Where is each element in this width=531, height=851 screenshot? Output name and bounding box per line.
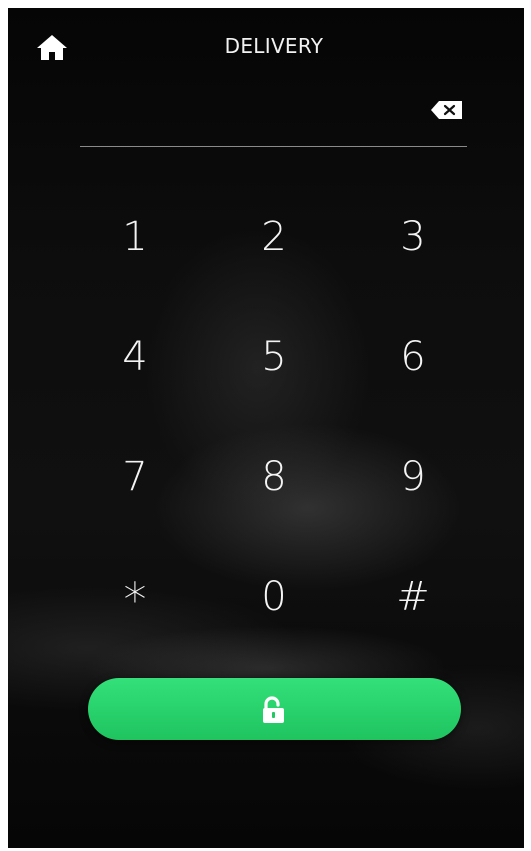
key-hash[interactable]: #	[358, 557, 468, 637]
door-entry-keypad-screen: DELIVERY 1 2 3 4 5 6 7 8 9 * 0 #	[8, 8, 524, 848]
entered-code-display	[80, 108, 420, 138]
key-3[interactable]: 3	[358, 197, 468, 277]
key-7[interactable]: 7	[80, 437, 190, 517]
key-star[interactable]: *	[80, 560, 190, 640]
key-2[interactable]: 2	[219, 197, 329, 277]
key-9[interactable]: 9	[358, 437, 468, 517]
input-underline	[80, 146, 467, 147]
key-1[interactable]: 1	[80, 197, 190, 277]
key-5[interactable]: 5	[219, 317, 329, 397]
unlocked-padlock-icon	[259, 695, 289, 725]
unlock-button[interactable]	[88, 678, 461, 740]
key-4[interactable]: 4	[80, 317, 190, 397]
key-8[interactable]: 8	[219, 437, 329, 517]
key-0[interactable]: 0	[219, 557, 329, 637]
page-title: DELIVERY	[224, 34, 324, 58]
backspace-icon[interactable]	[430, 99, 464, 121]
key-6[interactable]: 6	[358, 317, 468, 397]
